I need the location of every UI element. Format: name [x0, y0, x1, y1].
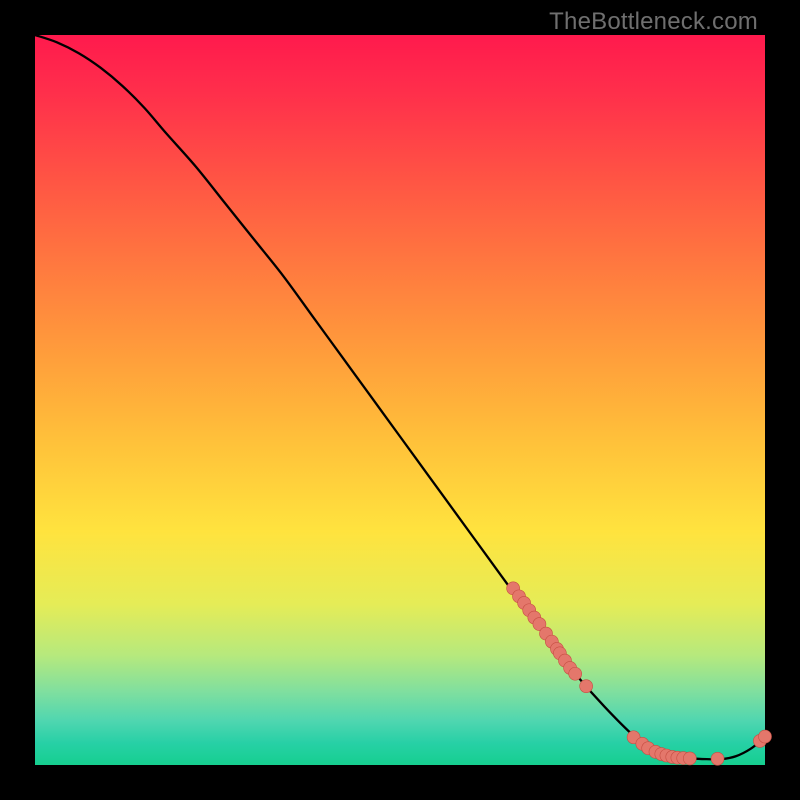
bottleneck-curve-line — [35, 35, 765, 759]
chart-frame: TheBottleneck.com — [0, 0, 800, 800]
curve-marker — [580, 680, 593, 693]
curve-marker — [683, 752, 696, 765]
curve-marker — [759, 730, 772, 743]
curve-marker — [711, 752, 724, 765]
curve-markers — [507, 582, 772, 765]
curve-marker — [569, 667, 582, 680]
watermark-text: TheBottleneck.com — [549, 8, 758, 36]
chart-svg — [35, 35, 765, 765]
plot-area — [35, 35, 765, 765]
